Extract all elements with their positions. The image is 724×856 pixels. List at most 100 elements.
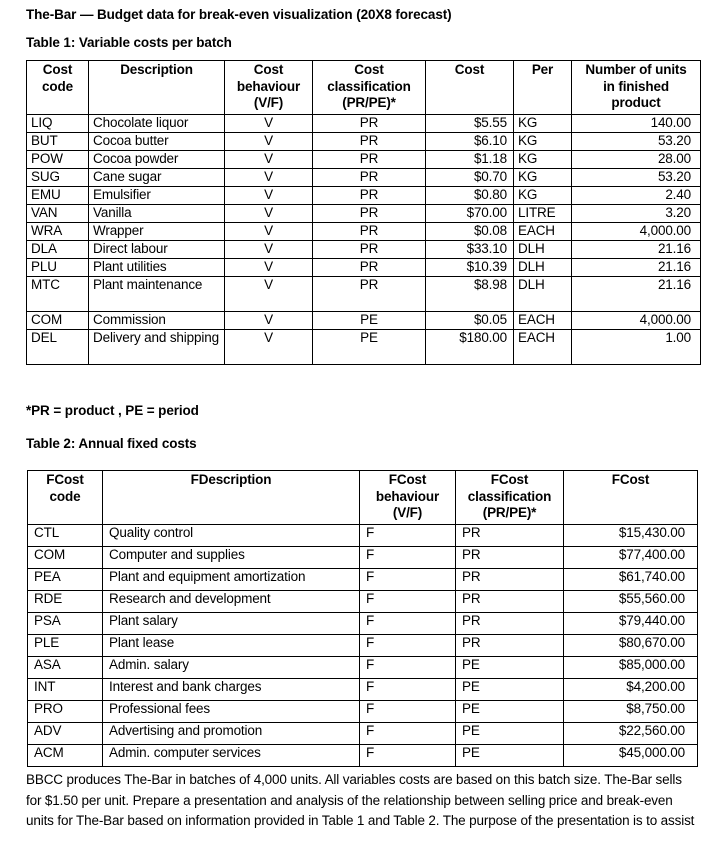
table1-cell-classification: PR [312,131,426,151]
table1-cell-behaviour: V [224,149,313,169]
document-page: The-Bar — Budget data for break-even vis… [0,0,724,856]
table1-th-cost: Cost [425,60,514,115]
table1-cell-description: Cocoa butter [88,131,225,151]
table2-cell-classification: PE [455,677,564,701]
table2-cell-cost: $80,670.00 [563,633,698,657]
table2-th-classification-line: classification [467,488,552,504]
table2-cell-behaviour: F [359,545,456,569]
table1-cell-per: LITRE [513,203,572,223]
table1-cell-units: 21.16 [571,239,701,259]
table2-th-classification-line: (PR/PE)* [482,505,537,520]
table1-cell-code: PLU [26,257,89,277]
table2-th-code: FCost code [27,470,103,525]
table2-cell-code: COM [27,545,103,569]
table-row: POW Cocoa powder V PR $1.18 KG 28.00 [26,149,701,169]
table2-cell-cost: $4,200.00 [563,677,698,701]
table2-th-behaviour: FCost behaviour (V/F) [359,470,456,525]
table1-cell-classification: PR [312,203,426,223]
table-row: PRO Professional fees F PE $8,750.00 [27,699,698,723]
table1-cell-behaviour: V [224,113,313,133]
table2-cell-code: ACM [27,743,103,767]
table1-cell-per: KG [513,185,572,205]
table1-cell-code: DEL [26,328,89,365]
table2-cell-cost: $85,000.00 [563,655,698,679]
table1-cell-description: Commission [88,310,225,330]
table2-caption: Table 2: Annual fixed costs [26,436,197,451]
table1-th-units-line: in finished [603,78,669,94]
table1-cell-code: BUT [26,131,89,151]
table1-cell-behaviour: V [224,257,313,277]
table1-cell-behaviour: V [224,239,313,259]
table2-cell-code: ASA [27,655,103,679]
table1-cell-units: 21.16 [571,275,701,312]
table1-footnote: *PR = product , PE = period [26,403,199,418]
table1-th-classification-line: (PR/PE)* [342,95,396,110]
table2-cell-description: Advertising and promotion [102,721,360,745]
table-row: INT Interest and bank charges F PE $4,200.00 [27,677,698,701]
table2-cell-behaviour: F [359,699,456,723]
table2-cell-code: PRO [27,699,103,723]
table2-cell-code: PSA [27,611,103,635]
table1-th-classification-line: Cost [354,62,384,77]
table-row: ASA Admin. salary F PE $85,000.00 [27,655,698,679]
table1-th-cost-line: Cost [454,62,485,77]
table2-cell-classification: PR [455,633,564,657]
table1-cell-behaviour: V [224,131,313,151]
table2-th-code-line: code [49,488,81,504]
table1-th-code-line: code [42,78,73,94]
table1-cell-cost: $33.10 [425,239,514,259]
table2-cell-classification: PR [455,545,564,569]
table1-cell-code: WRA [26,221,89,241]
table2-th-behaviour-line: FCost [388,472,427,487]
table1-cell-description: Direct labour [88,239,225,259]
table1-cell-units: 4,000.00 [571,221,701,241]
table2-cell-cost: $61,740.00 [563,567,698,591]
table1-cell-description: Emulsifier [88,185,225,205]
table1-cell-cost: $0.05 [425,310,514,330]
table1-th-behaviour-line: (V/F) [253,95,284,110]
table1-cell-units: 1.00 [571,328,701,365]
table1-cell-cost: $180.00 [425,328,514,365]
table-row: EMU Emulsifier V PR $0.80 KG 2.40 [26,185,701,205]
table1-cell-per: KG [513,167,572,187]
table1-cell-cost: $1.18 [425,149,514,169]
table1-cell-per: KG [513,113,572,133]
table2-cell-cost: $79,440.00 [563,611,698,635]
table1-cell-units: 28.00 [571,149,701,169]
table2-th-code-line: FCost [46,472,84,487]
table1-cell-per: KG [513,149,572,169]
table1-cell-behaviour: V [224,203,313,223]
table1-th-per-line: Per [531,62,554,77]
table-row: DEL Delivery and shipping V PE $180.00 EACH 1.… [26,328,701,365]
table2-cell-classification: PE [455,721,564,745]
table1-cell-code: DLA [26,239,89,259]
table-row: ACM Admin. computer services F PE $45,000.00 [27,743,698,767]
table1-cell-description: Plant utilities [88,257,225,277]
table-row: BUT Cocoa butter V PR $6.10 KG 53.20 [26,131,701,151]
table2-cell-code: RDE [27,589,103,613]
table1-cell-code: EMU [26,185,89,205]
table2-th-description-line: FDescription [190,472,272,487]
table1-cell-cost: $0.70 [425,167,514,187]
table1-cell-code: LIQ [26,113,89,133]
table2-cell-code: CTL [27,523,103,547]
table2-cell-behaviour: F [359,743,456,767]
table1-cell-classification: PE [312,328,426,365]
table2-cell-classification: PE [455,743,564,767]
page-title: The-Bar — Budget data for break-even vis… [26,7,452,22]
table-row: WRA Wrapper V PR $0.08 EACH 4,000.00 [26,221,701,241]
table-row: MTC Plant maintenance V PR $8.98 DLH 21.16 [26,275,701,312]
table1-cell-code: COM [26,310,89,330]
table2-cell-description: Admin. computer services [102,743,360,767]
table1-cell-per: KG [513,131,572,151]
table-row: PLU Plant utilities V PR $10.39 DLH 21.16 [26,257,701,277]
table1-th-description: Description [88,60,225,115]
table2-cell-cost: $55,560.00 [563,589,698,613]
table2-cell-classification: PR [455,567,564,591]
table-row: PLE Plant lease F PR $80,670.00 [27,633,698,657]
table1-cell-description: Vanilla [88,203,225,223]
table2-cell-behaviour: F [359,677,456,701]
table2-cell-description: Admin. salary [102,655,360,679]
table2-cell-behaviour: F [359,523,456,547]
table2-cell-cost: $45,000.00 [563,743,698,767]
